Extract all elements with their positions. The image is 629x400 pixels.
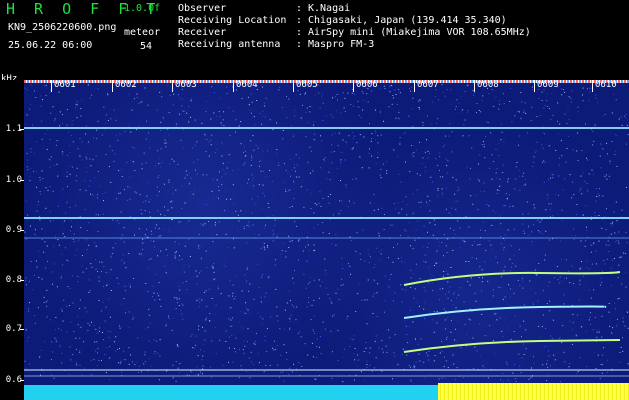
time-tick-label: 0607 [414, 80, 439, 92]
location-label: Receiving Location [178, 15, 287, 26]
observer-value: K.Nagai [308, 3, 351, 14]
timestamp: 25.06.22 06:00 [8, 40, 93, 51]
time-tick-label: 0604 [233, 80, 258, 92]
y-tick-label: 0.9 [5, 225, 22, 235]
y-tick-label: 0.6 [5, 375, 22, 385]
meteor-count-value: 54 [140, 41, 153, 52]
location-colon: : [296, 15, 303, 26]
signal-level-bar-hot [438, 383, 629, 400]
file-name: KN9_2506220600.png [8, 22, 117, 33]
time-tick-label: 0610 [592, 80, 617, 92]
receiver-label: Receiver [178, 27, 227, 38]
spectrogram-plot [24, 80, 629, 400]
header-panel: H R O F F T 1.0.0f KN9_2506220600.png 25… [0, 0, 629, 80]
observer-label: Observer [178, 3, 227, 14]
antenna-value: Maspro FM-3 [308, 39, 375, 50]
time-tick-label: 0602 [112, 80, 137, 92]
y-tick-label: 0.7 [5, 324, 22, 334]
antenna-colon: : [296, 39, 303, 50]
time-tick-label: 0608 [474, 80, 499, 92]
observer-colon: : [296, 3, 303, 14]
frequency-axis: 1.1 1.0 0.9 0.8 0.7 0.6 [0, 80, 24, 400]
receiver-value: AirSpy mini (Miakejima VOR 108.65MHz) [308, 27, 531, 38]
y-tick-label: 0.8 [5, 275, 22, 285]
antenna-label: Receiving antenna [178, 39, 281, 50]
time-tick-label: 0601 [51, 80, 76, 92]
meteor-count-label: meteor [124, 27, 161, 38]
time-tick-label: 0603 [172, 80, 197, 92]
time-tick-label: 0605 [293, 80, 318, 92]
y-tick-label: 1.1 [5, 124, 22, 134]
time-tick-label: 0609 [534, 80, 559, 92]
location-value: Chigasaki, Japan (139.414 35.340) [308, 15, 507, 26]
time-tick-label: 0606 [353, 80, 378, 92]
y-tick-label: 1.0 [5, 175, 22, 185]
receiver-colon: : [296, 27, 303, 38]
app-version: 1.0.0f [124, 3, 161, 14]
